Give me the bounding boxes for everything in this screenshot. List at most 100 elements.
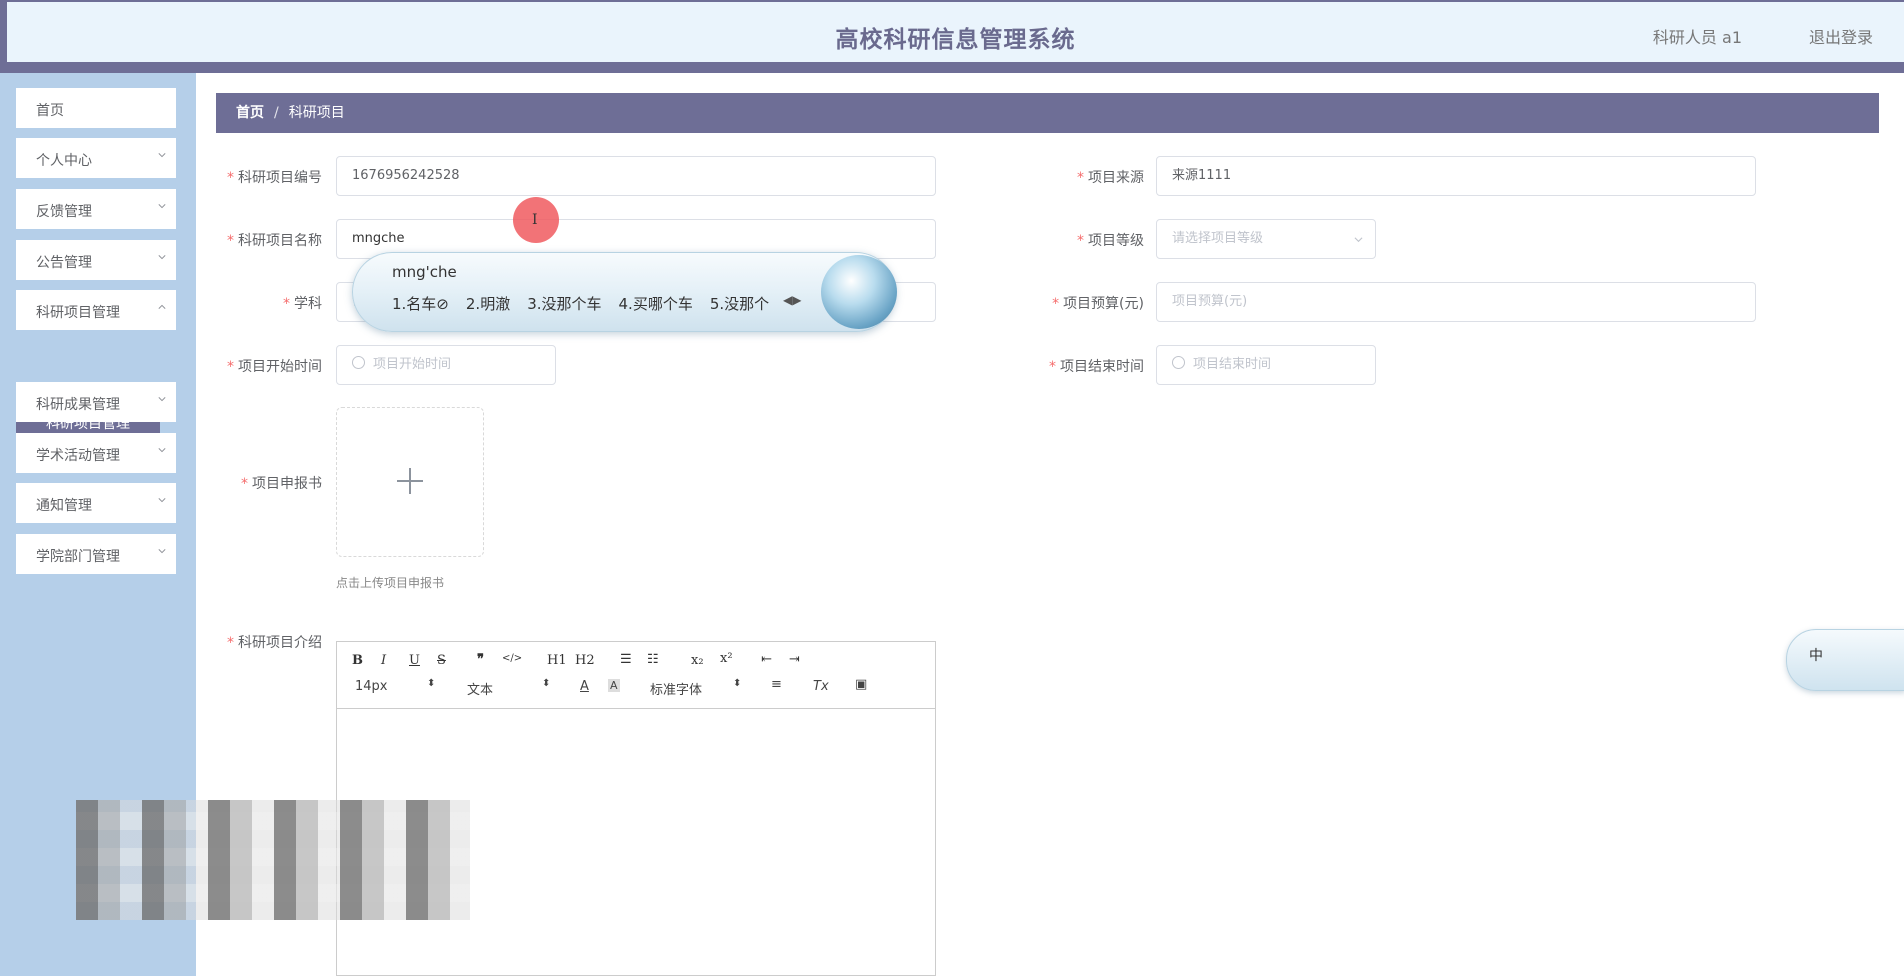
clock-icon bbox=[352, 356, 365, 369]
outdent-button[interactable]: ⇤ bbox=[761, 652, 772, 667]
ime-candidate[interactable]: 5.没那个 bbox=[710, 295, 769, 313]
ime-candidate[interactable]: 2.明澈 bbox=[466, 295, 510, 313]
updown-icon: ⬍ bbox=[542, 678, 551, 689]
image-button[interactable]: ▣ bbox=[855, 677, 867, 692]
sidebar-item-label: 反馈管理 bbox=[36, 204, 92, 220]
start-time-placeholder: 项目开始时间 bbox=[373, 357, 452, 372]
bullet-list-button[interactable]: ☷ bbox=[647, 652, 659, 667]
project-name-label: * 科研项目名称 bbox=[227, 233, 322, 249]
ime-candidates: 1.名车⊘ 2.明澈 3.没那个车 4.买哪个车 5.没那个 bbox=[392, 293, 786, 314]
quote-button[interactable]: ❞ bbox=[477, 652, 484, 667]
font-family-select[interactable]: 标准字体 bbox=[650, 679, 702, 698]
budget-placeholder: 项目预算(元) bbox=[1172, 294, 1248, 309]
chevron-down-icon bbox=[158, 448, 166, 453]
ime-status-bar[interactable]: 中 bbox=[1786, 629, 1904, 691]
sidebar-item-achievements[interactable]: 科研成果管理 bbox=[16, 382, 176, 422]
sidebar-item-academic[interactable]: 学术活动管理 bbox=[16, 433, 176, 473]
plus-icon-vertical bbox=[409, 468, 411, 494]
report-hint: 点击上传项目申报书 bbox=[336, 576, 445, 590]
breadcrumb-current: 科研项目 bbox=[288, 105, 345, 121]
ime-page-arrows[interactable]: ◀▶ bbox=[783, 293, 801, 307]
source-label: * 项目来源 bbox=[1077, 170, 1144, 186]
bold-button[interactable]: B bbox=[352, 653, 363, 668]
ime-skin-orb bbox=[821, 255, 897, 329]
top-bar: 高校科研信息管理系统 科研人员 a1 退出登录 bbox=[0, 0, 1904, 73]
source-input[interactable]: 来源1111 bbox=[1156, 156, 1756, 196]
sidebar-item-label: 公告管理 bbox=[36, 255, 92, 271]
end-time-placeholder: 项目结束时间 bbox=[1193, 357, 1272, 372]
sidebar-item-home[interactable]: 首页 bbox=[16, 88, 176, 128]
font-size-select[interactable]: 14px bbox=[355, 679, 388, 694]
sidebar-item-notices[interactable]: 通知管理 bbox=[16, 483, 176, 523]
project-no-label: * 科研项目编号 bbox=[227, 170, 322, 186]
ime-candidate-window: mng'che 1.名车⊘ 2.明澈 3.没那个车 4.买哪个车 5.没那个 ◀▶ bbox=[352, 252, 897, 332]
chevron-down-icon bbox=[158, 498, 166, 503]
chevron-down-icon bbox=[158, 255, 166, 260]
ime-candidate[interactable]: 4.买哪个车 bbox=[619, 295, 693, 313]
level-select[interactable]: 请选择项目等级 bbox=[1156, 219, 1376, 259]
code-button[interactable]: </> bbox=[502, 653, 522, 664]
strike-button[interactable]: S bbox=[437, 653, 446, 668]
chevron-down-icon bbox=[158, 153, 166, 158]
sidebar-item-announcements[interactable]: 公告管理 bbox=[16, 240, 176, 280]
logout-link[interactable]: 退出登录 bbox=[1809, 24, 1873, 48]
project-no-input[interactable]: 1676956242528 bbox=[336, 156, 936, 196]
h1-button[interactable]: H1 bbox=[547, 653, 567, 668]
chevron-down-icon bbox=[1354, 237, 1363, 243]
breadcrumb-home[interactable]: 首页 bbox=[236, 105, 264, 121]
ime-mode-label: 中 bbox=[1809, 648, 1823, 664]
ime-composition: mng'che bbox=[392, 263, 457, 281]
breadcrumb: 首页 / 科研项目 bbox=[216, 93, 1879, 133]
clear-format-button[interactable]: Tx bbox=[813, 679, 829, 694]
sidebar-item-feedback[interactable]: 反馈管理 bbox=[16, 189, 176, 229]
sidebar-item-departments[interactable]: 学院部门管理 bbox=[16, 534, 176, 574]
sidebar-item-label: 个人中心 bbox=[36, 153, 92, 169]
pixelated-watermark bbox=[76, 800, 470, 920]
breadcrumb-separator: / bbox=[274, 105, 279, 121]
font-color-button[interactable]: A bbox=[580, 679, 589, 694]
clock-icon bbox=[1172, 356, 1185, 369]
budget-label: * 项目预算(元) bbox=[1052, 296, 1144, 312]
align-button[interactable]: ≡ bbox=[771, 677, 782, 692]
level-placeholder: 请选择项目等级 bbox=[1172, 231, 1264, 246]
indent-button[interactable]: ⇥ bbox=[789, 652, 800, 667]
sidebar-item-label: 学院部门管理 bbox=[36, 549, 120, 565]
report-label: * 项目申报书 bbox=[241, 476, 322, 492]
bg-color-button[interactable]: A bbox=[608, 679, 620, 692]
budget-input[interactable]: 项目预算(元) bbox=[1156, 282, 1756, 322]
subscript-button[interactable]: x₂ bbox=[691, 653, 704, 668]
sidebar-item-label: 科研成果管理 bbox=[36, 397, 120, 413]
ime-candidate[interactable]: 1.名车⊘ bbox=[392, 295, 449, 313]
underline-button[interactable]: U bbox=[409, 653, 420, 668]
start-time-picker[interactable]: 项目开始时间 bbox=[336, 345, 556, 385]
report-upload[interactable] bbox=[336, 407, 484, 557]
header: 高校科研信息管理系统 科研人员 a1 退出登录 bbox=[7, 2, 1904, 62]
chevron-down-icon bbox=[158, 549, 166, 554]
superscript-button[interactable]: x² bbox=[720, 651, 733, 666]
text-type-select[interactable]: 文本 bbox=[467, 679, 493, 698]
ime-candidate[interactable]: 3.没那个车 bbox=[527, 295, 601, 313]
ordered-list-button[interactable]: ☰ bbox=[620, 652, 632, 667]
end-time-picker[interactable]: 项目结束时间 bbox=[1156, 345, 1376, 385]
sidebar-item-profile[interactable]: 个人中心 bbox=[16, 138, 176, 178]
level-label: * 项目等级 bbox=[1077, 233, 1144, 249]
user-info: 科研人员 a1 bbox=[1652, 28, 1742, 47]
sidebar-item-label: 首页 bbox=[36, 103, 64, 119]
intro-label: * 科研项目介绍 bbox=[227, 635, 322, 651]
chevron-up-icon bbox=[158, 304, 166, 309]
sidebar-item-label: 通知管理 bbox=[36, 498, 92, 514]
updown-icon: ⬍ bbox=[733, 678, 742, 689]
updown-icon: ⬍ bbox=[427, 678, 436, 689]
chevron-down-icon bbox=[158, 204, 166, 209]
end-time-label: * 项目结束时间 bbox=[1049, 359, 1144, 375]
app-title: 高校科研信息管理系统 bbox=[835, 27, 1076, 53]
sidebar-item-projects[interactable]: 科研项目管理 bbox=[16, 290, 176, 330]
editor-toolbar: B I U S ❞ </> H1 H2 ☰ ☷ x₂ x² ⇤ ⇥ 14px ⬍… bbox=[337, 642, 935, 709]
start-time-label: * 项目开始时间 bbox=[227, 359, 322, 375]
italic-button[interactable]: I bbox=[381, 653, 386, 668]
h2-button[interactable]: H2 bbox=[575, 653, 595, 668]
sidebar-item-label: 科研项目管理 bbox=[36, 305, 120, 321]
text-cursor-icon: I bbox=[532, 212, 538, 228]
subject-label: * 学科 bbox=[283, 296, 322, 312]
chevron-down-icon bbox=[158, 397, 166, 402]
